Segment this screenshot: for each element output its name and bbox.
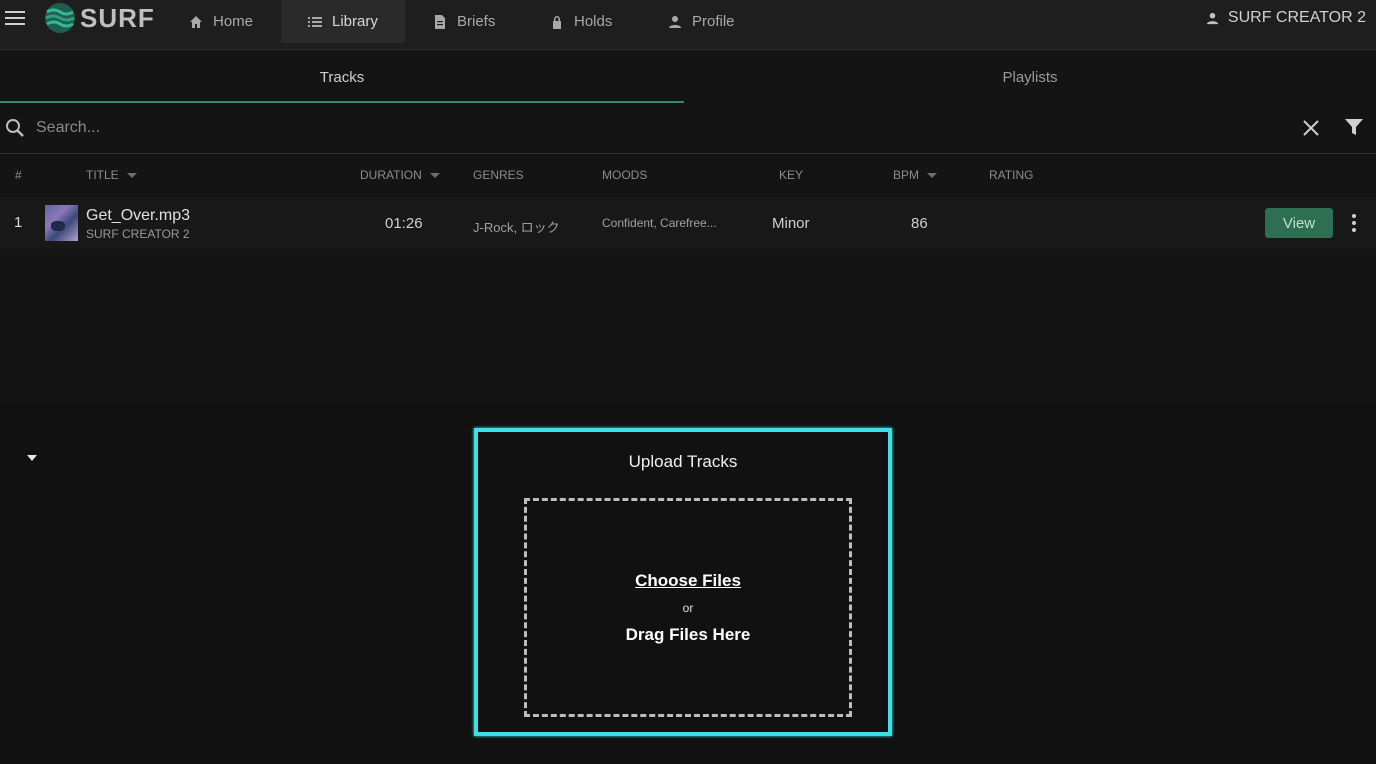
view-button[interactable]: View <box>1265 208 1333 238</box>
filter-icon[interactable] <box>1344 117 1364 137</box>
nav-briefs-label: Briefs <box>457 13 496 30</box>
nav-profile-label: Profile <box>692 13 735 30</box>
person-icon <box>1206 12 1218 24</box>
search-input[interactable] <box>36 115 1236 141</box>
column-bpm[interactable]: BPM <box>893 155 938 195</box>
nav-holds-label: Holds <box>574 13 613 30</box>
upload-title: Upload Tracks <box>628 452 738 471</box>
close-icon[interactable] <box>1301 118 1321 138</box>
lock-icon <box>553 15 561 29</box>
more-options-icon[interactable] <box>1349 214 1359 232</box>
tab-playlists[interactable]: Playlists <box>684 51 1376 103</box>
table-header: # TITLE DURATION GENRES MOODS KEY BPM RA… <box>0 155 1376 195</box>
sort-caret-icon <box>927 173 938 179</box>
list-icon <box>308 16 322 27</box>
nav-home[interactable]: Home <box>176 0 270 43</box>
tab-playlists-label: Playlists <box>1002 68 1058 86</box>
nav-profile[interactable]: Profile <box>656 0 756 43</box>
document-icon <box>435 14 445 29</box>
column-title[interactable]: TITLE <box>86 155 137 195</box>
surf-logo-icon <box>45 3 75 33</box>
user-name: SURF CREATOR 2 <box>1227 9 1366 26</box>
logo[interactable]: SURF <box>44 2 155 34</box>
track-duration: 01:26 <box>385 215 423 232</box>
track-bpm: 86 <box>911 215 928 232</box>
home-icon <box>190 15 202 28</box>
row-index: 1 <box>14 214 23 231</box>
tab-tracks[interactable]: Tracks <box>0 51 684 103</box>
file-dropzone[interactable]: Choose Files or Drag Files Here <box>524 498 852 717</box>
sort-caret-icon <box>429 173 440 179</box>
column-genres: GENRES <box>473 168 524 182</box>
user-menu[interactable]: SURF CREATOR 2 <box>1206 0 1366 36</box>
track-key: Minor <box>772 215 810 232</box>
column-moods: MOODS <box>602 168 648 182</box>
nav-library[interactable]: Library <box>281 0 405 43</box>
column-key: KEY <box>779 168 804 182</box>
nav-library-label: Library <box>332 13 378 30</box>
column-bpm-label: BPM <box>893 168 920 182</box>
column-rating: RATING <box>989 168 1034 182</box>
track-artwork <box>45 205 78 241</box>
nav-holds[interactable]: Holds <box>538 0 628 43</box>
or-label: or <box>682 601 694 615</box>
track-genres: J-Rock, ロック <box>473 220 560 235</box>
column-index: # <box>15 168 22 182</box>
upload-panel: Upload Tracks Choose Files or Drag Files… <box>0 403 1376 764</box>
track-artist: SURF CREATOR 2 <box>86 227 190 241</box>
nav-briefs[interactable]: Briefs <box>420 0 516 43</box>
sort-caret-icon <box>126 173 137 179</box>
drag-files-label: Drag Files Here <box>625 625 751 644</box>
table-row[interactable]: 1 Get_Over.mp3 SURF CREATOR 2 01:26 J-Ro… <box>0 197 1376 249</box>
choose-files-link[interactable]: Choose Files <box>527 571 849 591</box>
top-nav-bar: SURF Home Library Briefs Holds Profile S… <box>0 0 1376 50</box>
column-duration-label: DURATION <box>360 168 422 182</box>
search-icon <box>6 119 24 137</box>
nav-home-label: Home <box>213 13 254 30</box>
upload-tracks-box: Upload Tracks Choose Files or Drag Files… <box>474 428 892 736</box>
library-tabs: Tracks Playlists <box>0 51 1376 103</box>
tab-tracks-label: Tracks <box>319 68 365 86</box>
track-title[interactable]: Get_Over.mp3 <box>86 207 190 225</box>
menu-icon[interactable] <box>5 9 27 27</box>
logo-text: SURF <box>80 2 155 33</box>
column-title-label: TITLE <box>86 168 119 182</box>
search-bar <box>0 103 1376 154</box>
track-moods: Confident, Carefree... <box>602 216 717 230</box>
person-icon <box>669 15 681 28</box>
column-duration[interactable]: DURATION <box>360 155 440 195</box>
collapse-caret-icon[interactable] <box>27 455 37 461</box>
